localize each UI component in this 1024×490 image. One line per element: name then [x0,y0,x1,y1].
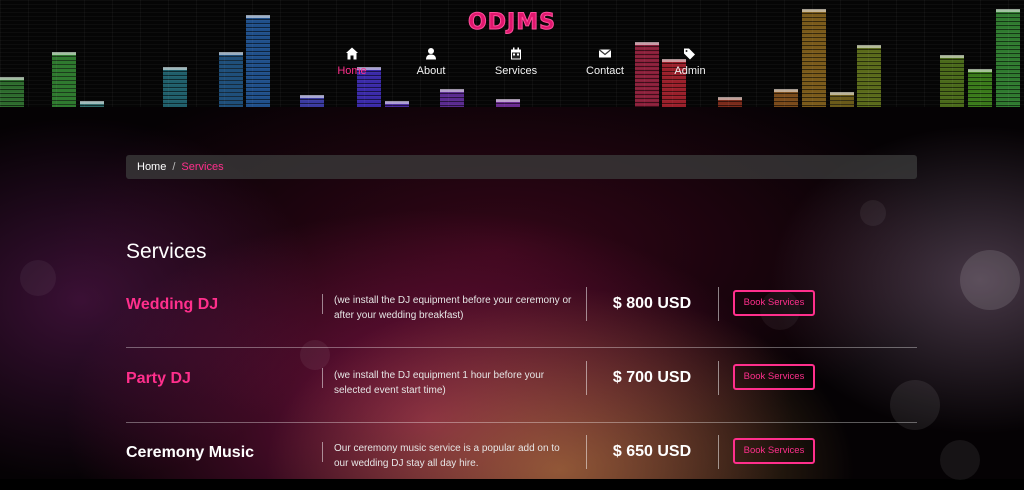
service-description: (we install the DJ equipment 1 hour befo… [334,370,545,396]
service-row: Wedding DJ (we install the DJ equipment … [126,267,917,342]
tags-icon [684,48,695,60]
breadcrumb-home-link[interactable]: Home [137,155,166,179]
envelope-icon [598,49,612,58]
nav-home-label: Home [337,65,367,77]
nav-services-label: Services [494,65,538,77]
service-price: $ 650 USD [612,443,692,460]
nav-admin-label: Admin [674,65,706,77]
book-services-button[interactable]: Book Services [733,438,815,464]
nav-contact[interactable]: Contact [565,46,645,77]
site-header: ODJMS Home About Services Contact Admin [0,0,1024,107]
nav-contact-label: Contact [586,65,624,77]
column-divider [718,287,719,321]
service-description: Our ceremony music service is a popular … [334,443,560,469]
book-services-button[interactable]: Book Services [733,290,815,316]
nav-admin[interactable]: Admin [650,46,730,77]
bokeh-light [960,250,1020,310]
column-divider [586,435,587,469]
bokeh-light [940,440,980,480]
service-price: $ 800 USD [612,295,692,312]
column-divider [322,294,323,314]
bokeh-light [20,260,56,296]
breadcrumb-current: Services [181,161,224,173]
nav-home[interactable]: Home [312,46,392,77]
service-name: Wedding DJ [126,295,219,313]
user-icon [426,48,436,60]
service-name: Party DJ [126,369,191,387]
calendar-icon [511,47,521,60]
home-icon [346,47,358,60]
site-logo[interactable]: ODJMS [0,10,1024,36]
column-divider [718,361,719,395]
service-row: Party DJ (we install the DJ equipment 1 … [126,341,917,416]
nav-about-label: About [416,65,446,77]
service-description: (we install the DJ equipment before your… [334,295,572,321]
bokeh-light [860,200,886,226]
book-services-button[interactable]: Book Services [733,364,815,390]
column-divider [718,435,719,469]
breadcrumb: Home / Services [126,155,917,179]
column-divider [586,287,587,321]
page-title: Services [126,240,207,263]
breadcrumb-separator: / [172,161,176,173]
column-divider [586,361,587,395]
nav-services[interactable]: Services [476,46,556,77]
main-nav: Home About Services Contact Admin [0,46,1024,86]
column-divider [322,368,323,388]
column-divider [322,442,323,462]
service-price: $ 700 USD [612,369,692,386]
nav-about[interactable]: About [391,46,471,77]
